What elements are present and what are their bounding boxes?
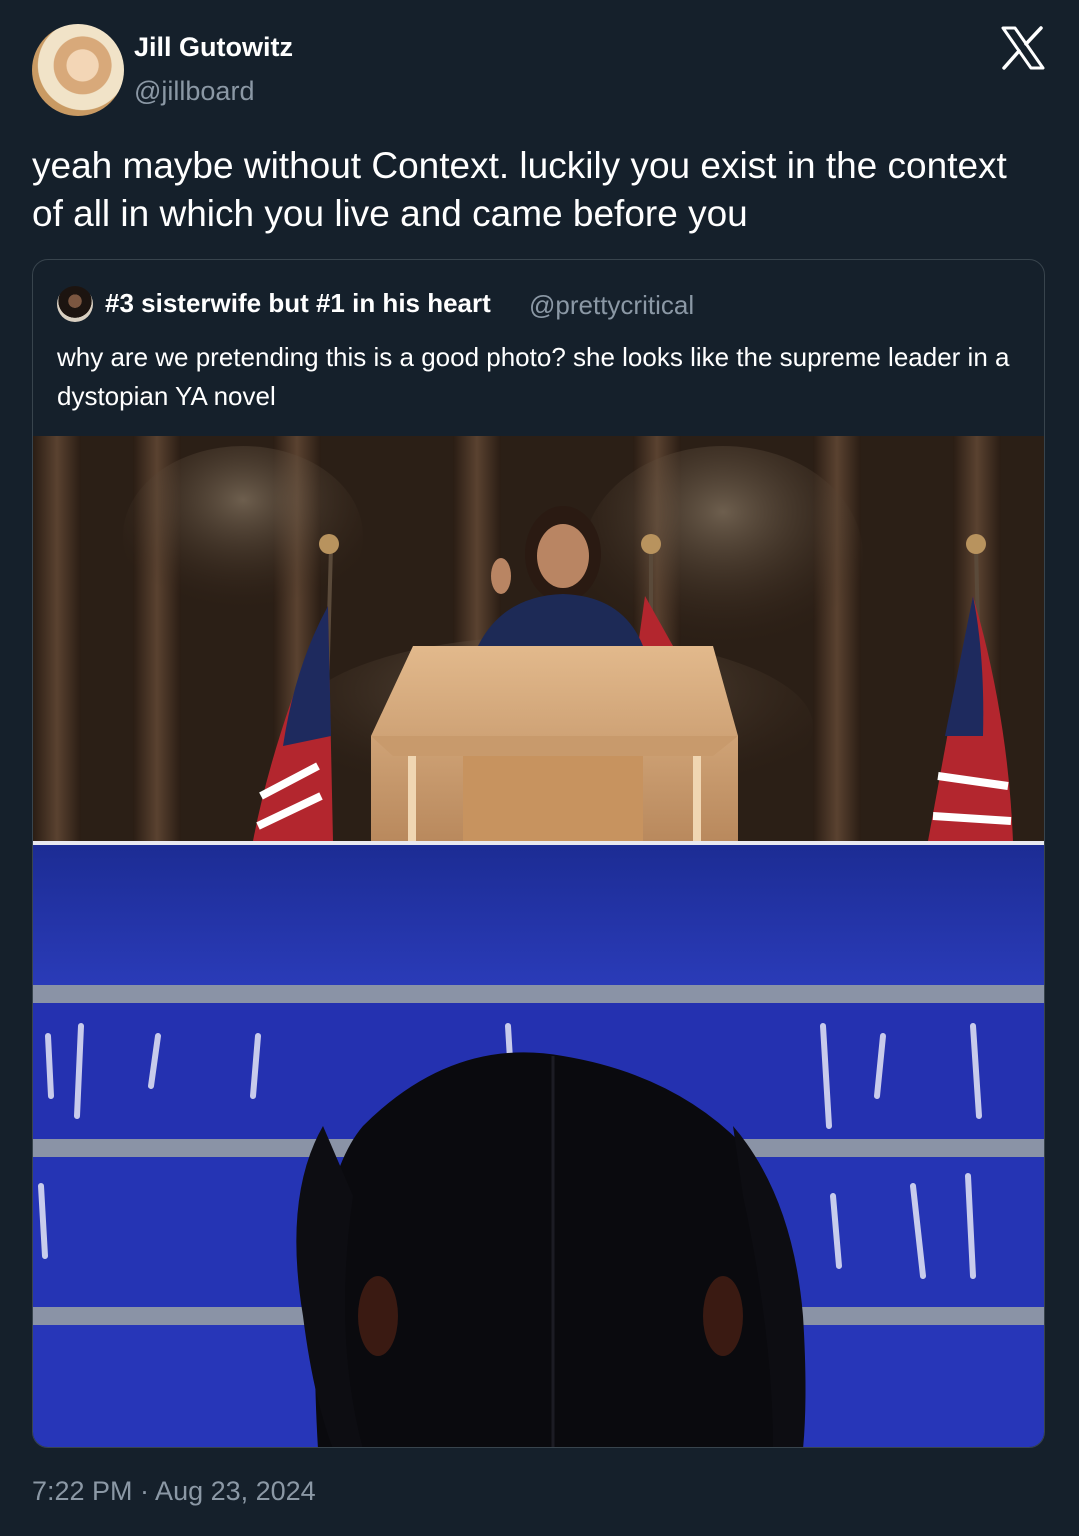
- blue-wall: [33, 845, 1044, 985]
- tweet-text: yeah maybe without Context. luckily you …: [32, 145, 1007, 234]
- tweet-card: Jill Gutowitz @jillboard yeah maybe with…: [0, 0, 1079, 1536]
- tweet-timestamp[interactable]: 7:22 PM · Aug 23, 2024: [32, 1476, 316, 1507]
- author-name[interactable]: Jill Gutowitz: [134, 32, 293, 63]
- x-logo-icon[interactable]: [1000, 26, 1046, 70]
- quoted-tweet[interactable]: #3 sisterwife but #1 in his heart @prett…: [32, 259, 1045, 1448]
- quoted-author-avatar[interactable]: [57, 286, 93, 322]
- quoted-author-name[interactable]: #3 sisterwife but #1 in his heart: [105, 288, 491, 319]
- author-handle[interactable]: @jillboard: [134, 76, 254, 107]
- podium: [371, 646, 738, 841]
- quoted-tweet-photo[interactable]: [33, 436, 1045, 1448]
- quoted-author-handle[interactable]: @prettycritical: [529, 290, 694, 321]
- quoted-tweet-text: why are we pretending this is a good pho…: [57, 342, 1010, 411]
- author-avatar[interactable]: [32, 24, 124, 116]
